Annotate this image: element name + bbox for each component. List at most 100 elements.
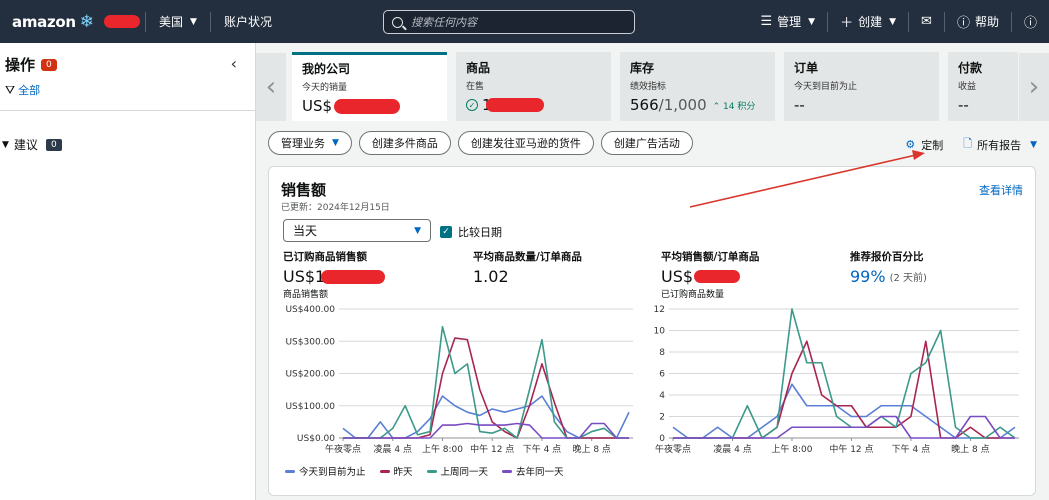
all-reports-menu[interactable]: 🗋 所有报告 ▼ [963, 135, 1037, 154]
metric-avg-sales: 平均销售额/订单商品 US$ [661, 249, 759, 286]
region-selector[interactable]: 美国 ▼ [146, 13, 210, 30]
metric-label: 已订购商品销售额 [283, 251, 367, 263]
x-tick-label: 中午 12 点 [470, 443, 514, 455]
legend-item[interactable]: 昨天 [379, 464, 413, 478]
manage-business-button[interactable]: 管理业务 ▼ [268, 131, 352, 155]
legend-swatch [379, 469, 390, 473]
kpi-value: -- [794, 96, 805, 114]
create-multiple-products-button[interactable]: 创建多件商品 [358, 131, 451, 155]
filter-label: 全部 [18, 84, 41, 97]
gear-icon: ⚙ [905, 138, 916, 151]
x-tick-label: 上午 8:00 [771, 443, 812, 455]
legend-item[interactable]: 去年同一天 [502, 464, 564, 478]
x-tick-label: 晚上 8 点 [572, 444, 610, 455]
create-menu[interactable]: ＋ 创建 ▼ [828, 12, 908, 31]
suggestions-toggle[interactable]: ▼ 建议 0 [2, 136, 255, 153]
info-button[interactable]: ⓘ [1012, 12, 1049, 31]
legend-swatch [285, 469, 295, 473]
period-select[interactable]: 当天 ▼ [283, 219, 431, 242]
legend-item[interactable]: 上周同一天 [426, 464, 488, 478]
metric-value-text[interactable]: 99% [850, 267, 886, 286]
toolbar-right: ⚙ 定制 🗋 所有报告 ▼ [885, 135, 1037, 154]
x-tick-label: 凌晨 4 点 [713, 443, 751, 455]
messages-button[interactable]: ✉ [909, 14, 944, 29]
x-tick-label: 晚上 8 点 [951, 444, 989, 455]
y-tick-label: 4 [659, 391, 665, 401]
metric-ordered-sales: 已订购商品销售额 US$1 [283, 249, 386, 286]
info-icon: ⓘ [1023, 16, 1037, 31]
y-tick-label: 12 [654, 305, 665, 315]
units-line-chart: 0 2 4 6 8 10 12 午夜零点 凌晨 4 点 上午 8:00 中午 12 点 下午 4 点 晚… [654, 305, 1019, 455]
account-status-link[interactable]: 账户状况 [211, 13, 285, 30]
kpi-card-payments[interactable]: 付款 收益 -- [948, 52, 1018, 121]
metric-value: 1.02 [473, 267, 509, 286]
chart-legend: 今天到目前为止 昨天 上周同一天 去年同一天 [285, 464, 578, 478]
kpi-card-products[interactable]: 商品 在售 ✓ 1 [456, 52, 611, 121]
kpi-delta-text: 14 积分 [723, 101, 756, 112]
help-button[interactable]: ⓘ 帮助 [945, 12, 1011, 31]
kpi-title: 商品 [466, 61, 491, 75]
help-icon: ⓘ [956, 16, 970, 31]
redacted-value [321, 269, 386, 284]
filter-all-link[interactable]: ⛛ 全部 [5, 82, 255, 98]
kpi-card-my-company[interactable]: 我的公司 今天的销量 US$ [292, 52, 447, 121]
create-shipment-label: 创建发往亚马逊的货件 [470, 137, 581, 150]
y-tick-label: US$200.00 [285, 370, 335, 380]
main-content: ‹ 我的公司 今天的销量 US$ 商品 在售 ✓ 1 库存 绩效指标 566 /… [256, 43, 1049, 500]
create-ad-campaign-button[interactable]: 创建广告活动 [600, 131, 693, 155]
kpi-value-text: US$ [302, 97, 333, 115]
metric-value-text: US$1 [283, 267, 326, 286]
create-shipment-button[interactable]: 创建发往亚马逊的货件 [457, 131, 594, 155]
all-reports-label: 所有报告 [977, 138, 1022, 152]
view-details-link[interactable]: 查看详情 [979, 182, 1023, 198]
kpi-subtitle: 今天到目前为止 [794, 82, 858, 92]
x-tick-label: 凌晨 4 点 [374, 443, 412, 455]
redacted-value [485, 98, 544, 112]
plus-icon: ＋ [840, 16, 854, 31]
kpi-value-text: 566 [630, 96, 659, 114]
x-tick-label: 午夜零点 [325, 443, 361, 455]
kpi-title: 付款 [958, 61, 983, 75]
compare-dates-checkbox[interactable]: ✓ 比较日期 [440, 224, 502, 240]
amazon-logo[interactable]: amazon ❄ [0, 12, 145, 32]
create-ad-label: 创建广告活动 [613, 137, 680, 150]
kpi-subtitle: 今天的销量 [302, 83, 348, 93]
legend-label: 昨天 [393, 467, 413, 478]
kpi-subtitle: 收益 [958, 82, 977, 92]
y-tick-label: US$300.00 [285, 337, 335, 347]
metric-value: US$1 [283, 267, 386, 286]
kpi-card-orders[interactable]: 订单 今天到目前为止 -- [784, 52, 939, 121]
kpi-carousel: ‹ 我的公司 今天的销量 US$ 商品 在售 ✓ 1 库存 绩效指标 566 /… [256, 43, 1049, 121]
kpi-title: 库存 [630, 61, 655, 75]
funnel-icon: ⛛ [5, 82, 16, 97]
kpi-delta: ⌃ 14 积分 [713, 99, 756, 112]
customize-button[interactable]: ⚙ 定制 [905, 137, 943, 153]
sales-line-chart: US$0.00 US$100.00 US$200.00 US$300.00 US$400… [285, 305, 633, 455]
arrow-up-icon: ⌃ [712, 101, 724, 112]
checkbox-checked-icon: ✓ [440, 226, 452, 238]
series-line [673, 340, 1015, 439]
kpi-title: 订单 [794, 61, 819, 75]
series-line [672, 383, 1016, 439]
metric-value: US$ [661, 267, 759, 286]
logo-text: amazon [12, 12, 76, 31]
suggestions-label: 建议 [13, 138, 38, 152]
y-tick-label: 0 [659, 434, 665, 444]
collapse-sidebar-icon[interactable]: ‹ [231, 54, 237, 73]
y-tick-label: 10 [654, 327, 666, 337]
legend-item[interactable]: 今天到目前为止 [285, 464, 366, 478]
kpi-card-inventory[interactable]: 库存 绩效指标 566 /1,000 ⌃ 14 积分 [620, 52, 775, 121]
metric-value: 99% (2 天前) [850, 267, 927, 286]
caret-down-icon: ▼ [414, 225, 421, 236]
legend-label: 今天到目前为止 [299, 467, 366, 478]
help-label: 帮助 [974, 15, 999, 29]
x-tick-label: 下午 4 点 [892, 443, 930, 455]
caret-down-icon: ▼ [1030, 139, 1037, 150]
carousel-next-button[interactable]: › [1019, 53, 1049, 121]
manage-menu[interactable]: ☰ 管理 ▼ [749, 13, 828, 30]
kpi-value: ✓ 1 [466, 96, 601, 114]
search-input[interactable]: 搜索任何内容 [383, 10, 635, 34]
carousel-prev-button[interactable]: ‹ [256, 53, 286, 121]
y-tick-label: 8 [659, 348, 665, 358]
actions-count-badge: 0 [41, 58, 57, 71]
